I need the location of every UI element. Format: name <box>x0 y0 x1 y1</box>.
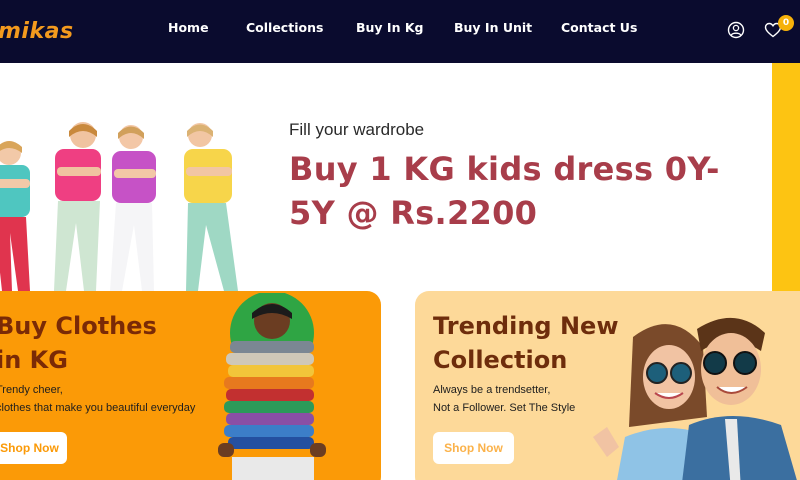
nav-buy-in-kg[interactable]: Buy In Kg <box>356 20 423 35</box>
nav-collections[interactable]: Collections <box>246 20 323 35</box>
kids-group-image <box>0 122 238 291</box>
promo-card-title: Buy Clothes in KG <box>0 312 157 374</box>
promo-card-buy-in-kg: Buy Clothes in KG Trendy cheer, clothes … <box>0 291 381 480</box>
user-icon[interactable] <box>727 21 745 39</box>
nav-home[interactable]: Home <box>168 20 209 35</box>
couple-image <box>593 317 797 480</box>
promo-card-text: Trendy cheer, clothes that make you beau… <box>0 384 196 414</box>
hero-banner: Fill your wardrobe Buy 1 KG kids dress 0… <box>0 63 800 291</box>
shop-now-button[interactable]: Shop Now <box>433 432 514 464</box>
brand-logo[interactable]: mikas <box>0 19 74 44</box>
promo-card-trending: Trending New Collection Always be a tren… <box>415 291 800 480</box>
nav-buy-in-unit[interactable]: Buy In Unit <box>454 20 532 35</box>
nav-contact-us[interactable]: Contact Us <box>561 20 637 35</box>
promo-card-text: Always be a trendsetter, Not a Follower.… <box>433 384 576 414</box>
wishlist-count-badge: 0 <box>778 15 794 31</box>
hero-subtitle: Fill your wardrobe <box>289 120 425 139</box>
clothes-stack-image <box>218 293 326 480</box>
hero-title: Buy 1 KG kids dress 0Y-5Y @ Rs.2200 <box>289 150 720 232</box>
site-header: mikas Home Collections Buy In Kg Buy In … <box>0 0 800 63</box>
shop-now-button[interactable]: Shop Now <box>0 432 67 464</box>
hero-accent-bar <box>772 63 800 291</box>
